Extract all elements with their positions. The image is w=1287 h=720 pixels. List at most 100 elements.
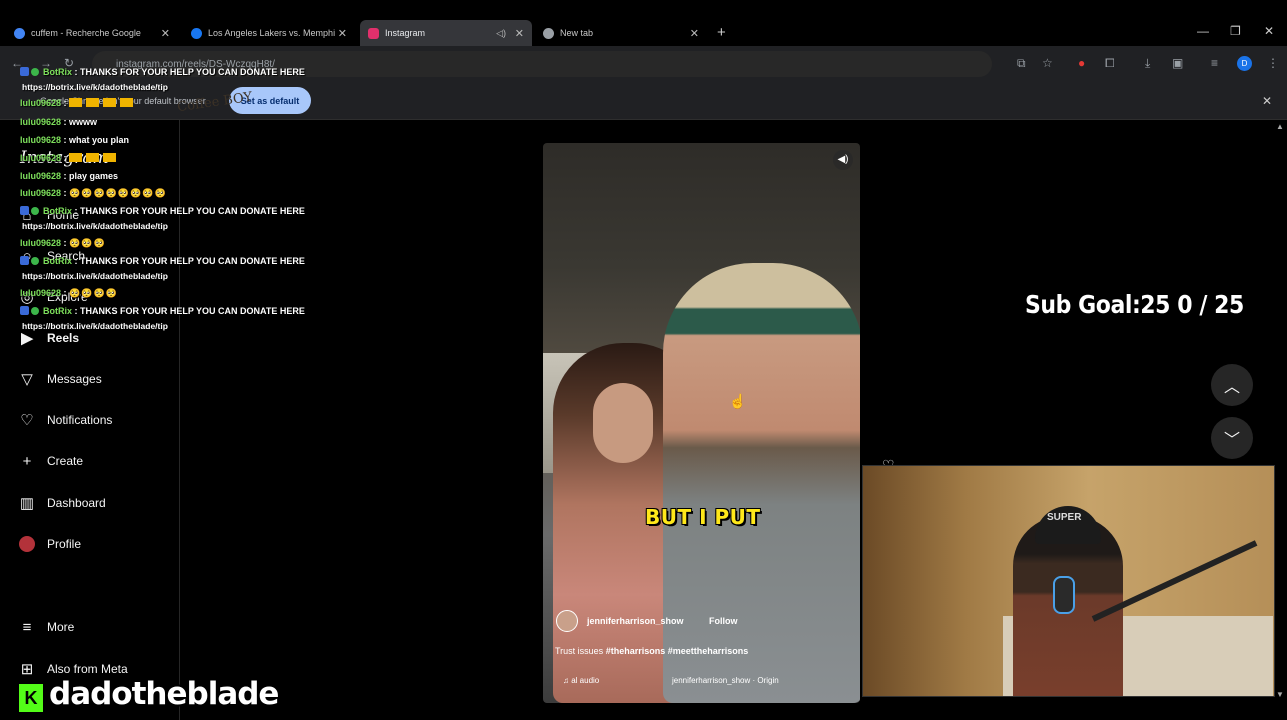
heart-icon: ♡ bbox=[20, 412, 34, 429]
chat-message: BotRix : THANKS FOR YOUR HELP YOU CAN DO… bbox=[20, 67, 305, 77]
sidepanel-icon[interactable]: ▣ bbox=[1172, 56, 1183, 70]
minimize-icon[interactable]: — bbox=[1197, 24, 1209, 38]
chat-link: https://botrix.live/k/dadotheblade/tip bbox=[22, 321, 168, 331]
audio-label: al audio bbox=[571, 676, 600, 685]
emote-icon bbox=[69, 98, 83, 107]
emote-icon bbox=[120, 98, 134, 107]
streamer-name: dadotheblade bbox=[49, 676, 279, 712]
nav-item-create[interactable]: + Create bbox=[18, 452, 83, 470]
browser-tab-1[interactable]: cuffem - Recherche Google ✕ bbox=[6, 20, 178, 46]
speaker-icon[interactable]: ◁) bbox=[496, 28, 506, 39]
infobar-close-icon[interactable]: ✕ bbox=[1262, 94, 1272, 108]
scroll-down-arrow-icon[interactable]: ▼ bbox=[1276, 690, 1284, 699]
menu-kebab-icon[interactable]: ⋮ bbox=[1267, 56, 1279, 70]
install-icon[interactable]: ⧉ bbox=[1017, 56, 1026, 71]
google-icon bbox=[14, 27, 25, 39]
reels-icon: ▶ bbox=[21, 330, 33, 347]
chat-message: lulu09628 : wwww bbox=[20, 117, 98, 127]
close-tab-icon[interactable]: ✕ bbox=[690, 27, 699, 40]
verified-badge-icon bbox=[31, 257, 39, 265]
reel-description-text: Trust issues bbox=[555, 646, 604, 656]
close-window-icon[interactable]: ✕ bbox=[1264, 24, 1274, 38]
reel-username[interactable]: jenniferharrison_show bbox=[587, 616, 684, 626]
reel-audio[interactable]: ♫ al audio bbox=[563, 676, 599, 685]
streamer-webcam: SUPER bbox=[862, 465, 1275, 697]
reel-description: Trust issues #theharrisons #meettheharri… bbox=[555, 646, 748, 656]
tab-title: New tab bbox=[560, 28, 594, 38]
chat-message: BotRix : THANKS FOR YOUR HELP YOU CAN DO… bbox=[20, 206, 305, 216]
tab-title: cuffem - Recherche Google bbox=[31, 28, 141, 38]
verified-badge-icon bbox=[31, 207, 39, 215]
nav-item-profile[interactable]: Profile bbox=[18, 535, 81, 553]
restore-icon[interactable]: ❐ bbox=[1230, 24, 1241, 38]
extensions-icon[interactable]: ⧠ bbox=[1105, 56, 1115, 71]
nav-label: More bbox=[47, 620, 75, 634]
beanie-text: SUPER bbox=[1047, 512, 1082, 523]
chat-message: lulu09628 : bbox=[20, 153, 120, 163]
chat-message: BotRix : THANKS FOR YOUR HELP YOU CAN DO… bbox=[20, 256, 305, 266]
bot-badge-icon bbox=[20, 256, 29, 265]
nav-item-more[interactable]: ≡ More bbox=[18, 618, 75, 636]
extension-red-icon[interactable]: ● bbox=[1078, 56, 1085, 70]
browser-tab-2[interactable]: Los Angeles Lakers vs. Memphi ✕ bbox=[183, 20, 355, 46]
close-tab-icon[interactable]: ✕ bbox=[161, 27, 170, 40]
scroll-up-arrow-icon[interactable]: ▲ bbox=[1276, 122, 1284, 131]
download-icon[interactable]: ⤓ bbox=[1145, 56, 1150, 71]
messages-icon: ▽ bbox=[21, 371, 33, 388]
chat-message: lulu09628 : play games bbox=[20, 171, 119, 181]
chat-message: lulu09628 : bbox=[20, 98, 137, 108]
man-figure bbox=[663, 263, 860, 703]
bookmark-star-icon[interactable]: ☆ bbox=[1042, 56, 1053, 70]
sub-goal-overlay: Sub Goal:25 0 / 25 bbox=[1025, 290, 1244, 319]
follow-button[interactable]: Follow bbox=[709, 616, 738, 626]
chrome-icon bbox=[543, 27, 554, 39]
nav-item-dashboard[interactable]: ▥ Dashboard bbox=[18, 494, 106, 512]
previous-reel-button[interactable]: ︿ bbox=[1211, 364, 1253, 406]
new-tab-icon[interactable]: + bbox=[717, 24, 726, 41]
profile-avatar[interactable]: D bbox=[1237, 56, 1252, 71]
verified-badge-icon bbox=[31, 307, 39, 315]
music-note-icon: ♫ bbox=[563, 676, 572, 685]
close-tab-icon[interactable]: ✕ bbox=[515, 27, 524, 40]
reel-author-avatar[interactable] bbox=[556, 610, 578, 632]
browser-tab-4[interactable]: New tab ✕ bbox=[535, 20, 707, 46]
bot-badge-icon bbox=[20, 306, 29, 315]
nav-label: Notifications bbox=[47, 413, 113, 427]
chat-link: https://botrix.live/k/dadotheblade/tip bbox=[22, 82, 168, 92]
nav-label: Dashboard bbox=[47, 496, 106, 510]
chevron-up-icon: ︿ bbox=[1223, 379, 1240, 396]
bot-badge-icon bbox=[20, 67, 29, 76]
nav-label: Reels bbox=[47, 331, 80, 345]
nav-label: Also from Meta bbox=[47, 662, 128, 676]
volume-icon[interactable]: ◀) bbox=[833, 150, 853, 170]
chat-message: lulu09628 : 🥺🥺🥺🥺🥺🥺🥺🥺 bbox=[20, 188, 167, 198]
reel-caption-overlay: BUT I PUT bbox=[645, 505, 761, 529]
browser-tabstrip: cuffem - Recherche Google ✕ Los Angeles … bbox=[0, 0, 1287, 46]
emote-icon bbox=[103, 153, 117, 162]
avatar bbox=[18, 535, 36, 553]
media-icon[interactable]: ≡ bbox=[1211, 56, 1218, 70]
hamburger-icon: ≡ bbox=[22, 618, 32, 636]
hand-cursor-icon: ☝ bbox=[729, 393, 747, 409]
reel-audio-origin[interactable]: jenniferharrison_show · Origin bbox=[672, 676, 779, 685]
chat-message: lulu09628 : 🥺🥺🥺 bbox=[20, 238, 106, 248]
nav-item-reels[interactable]: ▶ Reels bbox=[18, 329, 79, 347]
nav-label: Profile bbox=[47, 537, 82, 551]
chat-message: lulu09628 : 🥺🥺🥺🥺 bbox=[20, 288, 118, 298]
close-tab-icon[interactable]: ✕ bbox=[338, 27, 347, 40]
nav-item-messages[interactable]: ▽ Messages bbox=[18, 370, 102, 388]
emote-icon bbox=[69, 153, 83, 162]
next-reel-button[interactable]: ﹀ bbox=[1211, 417, 1253, 459]
nav-item-notifications[interactable]: ♡ Notifications bbox=[18, 411, 112, 429]
chat-link: https://botrix.live/k/dadotheblade/tip bbox=[22, 271, 168, 281]
chat-message: lulu09628 : what you plan bbox=[20, 135, 130, 145]
reel-hashtags[interactable]: #theharrisons #meettheharrisons bbox=[606, 646, 749, 656]
chevron-down-icon: ﹀ bbox=[1223, 432, 1240, 449]
emote-icon bbox=[86, 98, 100, 107]
meta-apps-icon: ⊞ bbox=[20, 661, 34, 678]
emote-icon bbox=[103, 98, 117, 107]
bot-badge-icon bbox=[20, 206, 29, 215]
nav-label: Messages bbox=[47, 372, 102, 386]
browser-tab-3-active[interactable]: Instagram ◁) ✕ bbox=[360, 20, 532, 46]
microphone-icon bbox=[1053, 576, 1075, 614]
